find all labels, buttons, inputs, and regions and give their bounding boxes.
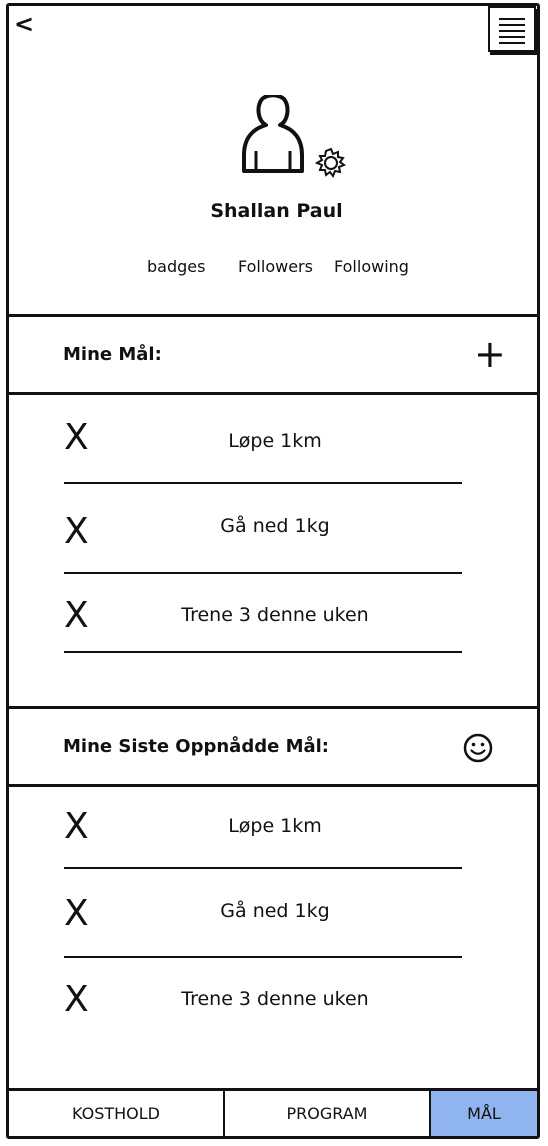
achieved-item-label: Gå ned 1kg — [220, 900, 330, 922]
section-divider — [8, 706, 540, 709]
achieved-item-label: Trene 3 denne uken — [181, 988, 369, 1010]
section-divider — [8, 784, 540, 787]
goal-item-label: Løpe 1km — [228, 430, 322, 452]
settings-gear-icon[interactable] — [314, 146, 348, 180]
remove-goal-button[interactable]: X — [64, 420, 89, 456]
list-divider — [64, 651, 462, 653]
smiley-icon — [463, 733, 493, 763]
goals-title: Mine Mål: — [63, 344, 162, 365]
remove-goal-button[interactable]: X — [64, 514, 89, 550]
badges-link[interactable]: badges — [147, 257, 205, 276]
following-link[interactable]: Following — [334, 257, 409, 276]
section-divider — [8, 314, 540, 317]
remove-goal-button[interactable]: X — [64, 598, 89, 634]
tab-program[interactable]: PROGRAM — [225, 1091, 429, 1136]
tab-mal[interactable]: MÅL — [429, 1091, 537, 1136]
profile-name: Shallan Paul — [210, 200, 343, 222]
list-divider — [64, 867, 462, 869]
remove-achieved-button[interactable]: X — [64, 809, 89, 845]
tab-kosthold[interactable]: KOSTHOLD — [9, 1091, 225, 1136]
hamburger-menu-icon[interactable] — [488, 6, 536, 52]
avatar-icon — [242, 95, 304, 173]
add-goal-button[interactable]: + — [474, 334, 506, 374]
goal-item-label: Gå ned 1kg — [220, 515, 330, 537]
back-button[interactable]: < — [14, 10, 34, 38]
goal-item-label: Trene 3 denne uken — [181, 604, 369, 626]
remove-achieved-button[interactable]: X — [64, 982, 89, 1018]
achieved-goals-title: Mine Siste Oppnådde Mål: — [63, 736, 330, 757]
list-divider — [64, 572, 462, 574]
list-divider — [64, 482, 462, 484]
followers-link[interactable]: Followers — [238, 257, 313, 276]
remove-achieved-button[interactable]: X — [64, 896, 89, 932]
section-divider — [8, 392, 540, 395]
achieved-item-label: Løpe 1km — [228, 815, 322, 837]
list-divider — [64, 956, 462, 958]
